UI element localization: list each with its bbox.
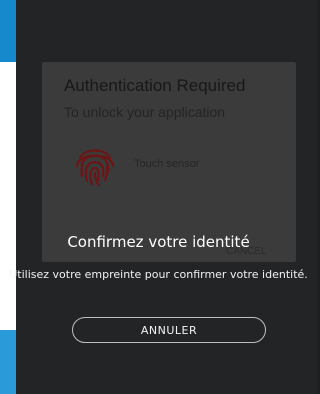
background-header-text: · · · · · bbox=[139, 44, 178, 55]
background-dialog-subtitle: To unlock your application bbox=[64, 104, 226, 120]
confirm-dialog-title: Confirmez votre identité bbox=[67, 233, 250, 251]
fingerprint-icon bbox=[72, 142, 118, 192]
confirm-dialog-message: Utilisez votre empreinte pour confirmer … bbox=[9, 268, 308, 281]
background-dialog-title: Authentication Required bbox=[64, 76, 246, 95]
background-sensor-label: Touch sensor bbox=[134, 158, 200, 170]
background-white-panel bbox=[0, 62, 16, 330]
cancel-button[interactable]: ANNULER bbox=[72, 317, 266, 343]
